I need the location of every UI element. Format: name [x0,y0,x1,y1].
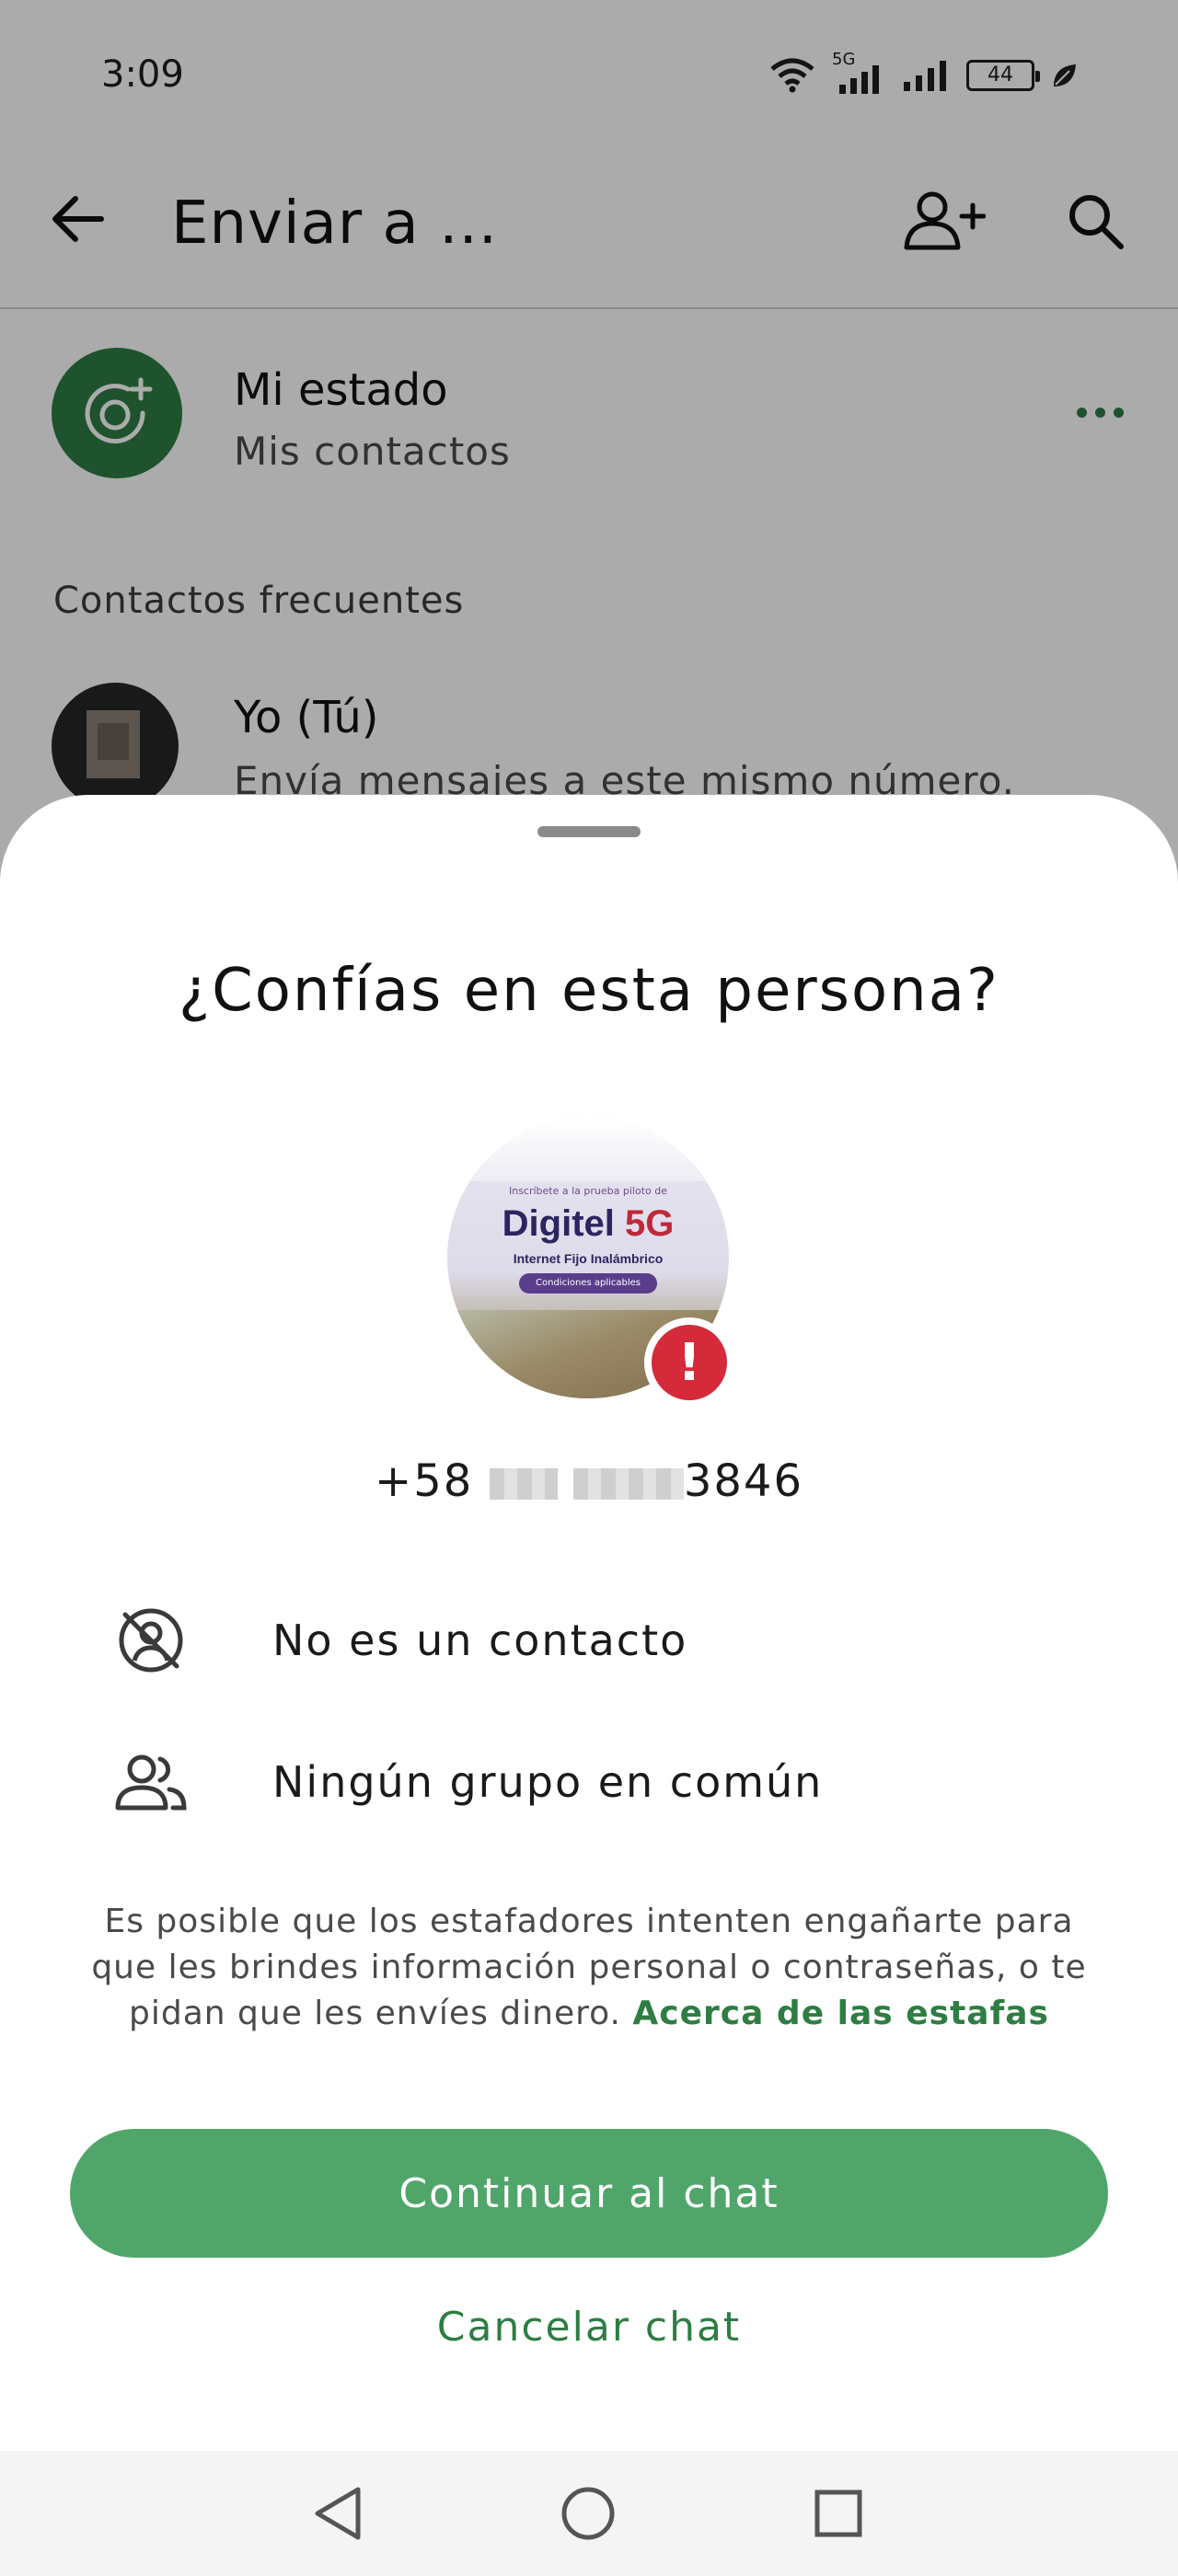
profile-photo-service: Internet Fijo Inalámbrico [513,1251,664,1266]
profile-photo-brand: Digitel 5G [447,1203,729,1245]
drag-handle[interactable] [537,826,641,837]
cancel-chat-button[interactable]: Cancelar chat [359,2276,819,2377]
scam-warning-text: Es posible que los estafadores intenten … [74,1899,1104,2037]
phone-number: +58 3846 [0,1455,1178,1507]
nav-recents-button[interactable] [797,2477,880,2550]
nav-back-icon [315,2487,361,2540]
brand-suffix: 5G [625,1203,675,1244]
nav-home-button[interactable] [547,2477,629,2550]
redacted-digits [572,1468,684,1500]
phone-prefix: +58 [375,1455,474,1507]
not-contact-label: No es un contacto [272,1616,688,1665]
info-row-no-groups: Ningún grupo en común [0,1730,1178,1831]
brand-name: Digitel [502,1203,615,1244]
nav-recents-icon [814,2490,862,2537]
continue-to-chat-button[interactable]: Continuar al chat [70,2129,1108,2258]
group-icon [114,1750,188,1814]
system-nav-bar [0,2451,1178,2576]
no-groups-label: Ningún grupo en común [272,1757,824,1807]
phone-suffix: 3846 [683,1455,803,1507]
redacted-digits [489,1468,558,1500]
no-contact-icon [114,1608,188,1673]
warning-icon: ! [644,1317,734,1408]
trust-bottom-sheet: ¿Confías en esta persona? Inscríbete a l… [0,795,1178,2451]
profile-photo-tagline: Inscríbete a la prueba piloto de [508,1185,667,1197]
nav-back-button[interactable] [296,2477,379,2550]
dialog-title: ¿Confías en esta persona? [179,957,999,1025]
info-row-not-contact: No es un contacto [0,1588,1178,1689]
scam-info-link[interactable]: Acerca de las estafas [632,1995,1049,2032]
profile-photo-pill: Condiciones aplicables [519,1273,657,1294]
nav-home-icon [561,2487,615,2540]
